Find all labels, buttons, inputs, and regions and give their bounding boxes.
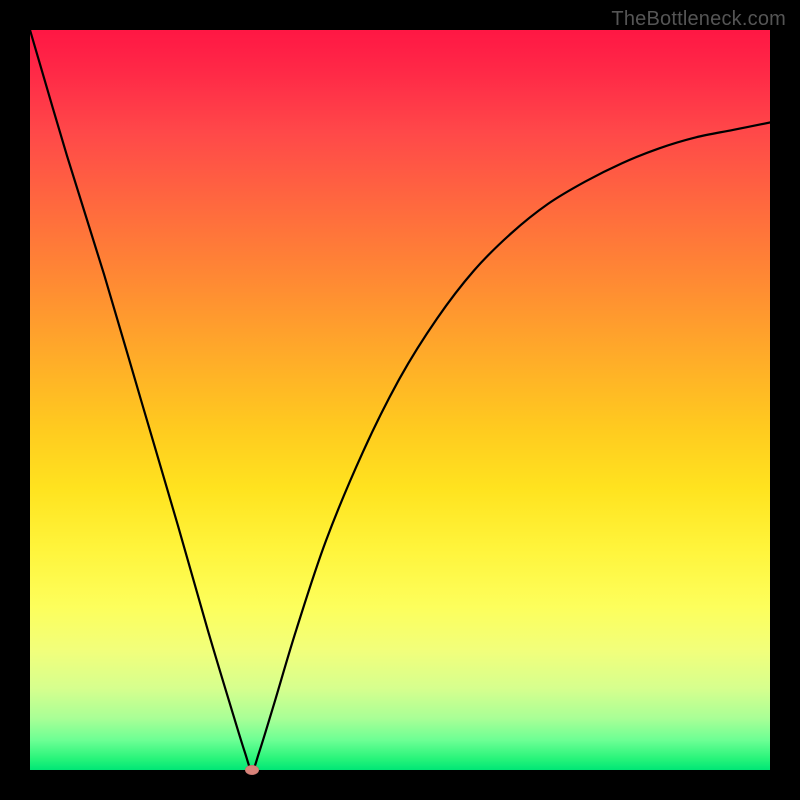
minimum-marker [245, 765, 259, 775]
plot-area [30, 30, 770, 770]
bottleneck-curve [30, 30, 770, 770]
curve-path [30, 30, 770, 770]
watermark-text: TheBottleneck.com [611, 8, 786, 31]
chart-frame: TheBottleneck.com [0, 0, 800, 800]
